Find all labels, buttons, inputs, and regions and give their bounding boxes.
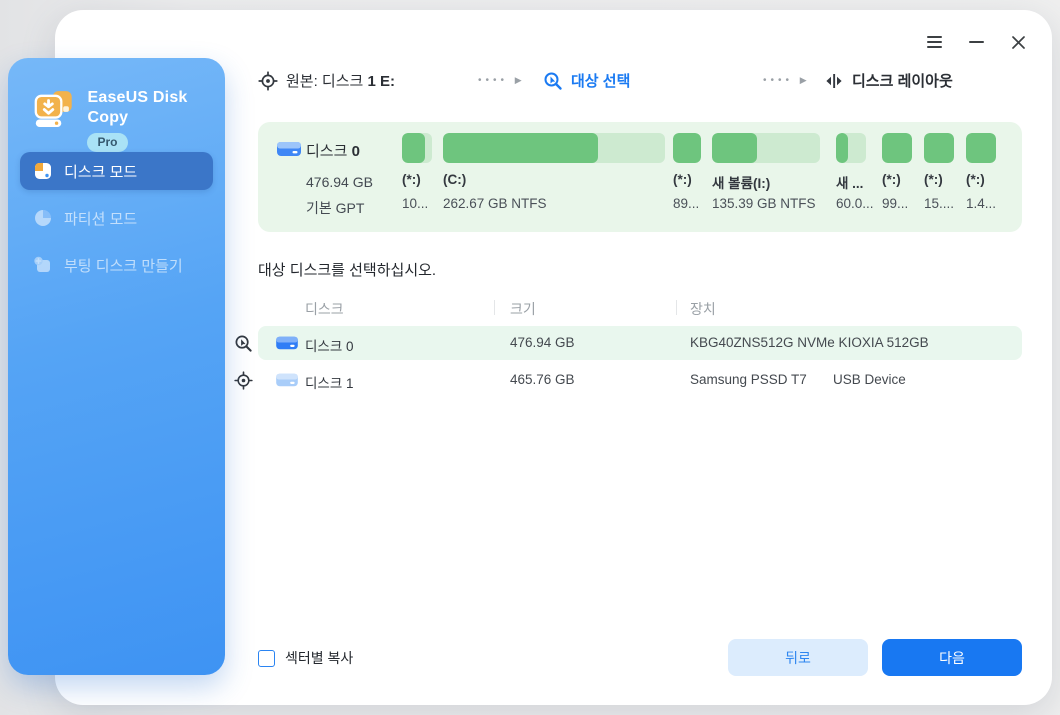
app-title: EaseUS Disk Copy [87, 88, 225, 128]
partition-size: 10... [402, 196, 428, 211]
next-button[interactable]: 다음 [882, 639, 1022, 676]
partition-size: 15.... [924, 196, 954, 211]
breadcrumb: 원본: 디스크 1 E: •••• ▶ 대상 선택 •••• ▶ 디스크 레이아… [258, 70, 1018, 96]
row-disk-size: 465.76 GB [510, 372, 575, 387]
disk-icon [276, 139, 302, 159]
partition-name: (C:) [443, 172, 466, 187]
sidebar-nav: 디스크 모드 파티션 모드 부팅 디스크 만들기 [20, 152, 213, 293]
panel-disk-title: 디스크 0 [306, 140, 360, 161]
boot-disk-icon [33, 255, 53, 275]
app-logo-row: EaseUS Disk Copy Pro [32, 88, 225, 152]
col-header-disk: 디스크 [305, 299, 344, 319]
panel-disk-size: 476.94 GB [306, 174, 373, 190]
table-row-disk0[interactable]: 디스크 0 476.94 GB KBG40ZNS512G NVMe KIOXIA… [258, 326, 1022, 360]
sidebar-item-label: 디스크 모드 [64, 161, 137, 182]
panel-disk-type: 기본 GPT [306, 198, 364, 218]
row-disk-name: 디스크 0 [305, 335, 354, 355]
source-crosshair-icon [234, 371, 253, 390]
disk-layout-label: 디스크 레이아웃 [852, 70, 953, 91]
col-header-size: 크기 [510, 299, 536, 319]
partition-size: 99... [882, 196, 908, 211]
partition-name: (*:) [673, 172, 692, 187]
disk-icon [275, 334, 299, 352]
partition-bar[interactable] [402, 133, 432, 163]
partition-size: 60.0... [836, 196, 874, 211]
partition-bar[interactable] [836, 133, 866, 163]
source-disk-value: 1 E: [368, 73, 396, 90]
disk-mode-icon [33, 161, 53, 181]
partition-bar[interactable] [673, 133, 701, 163]
partition-name: 새 볼륨(I:) [712, 172, 770, 192]
partition-name: (*:) [882, 172, 901, 187]
breadcrumb-layout-step: 디스크 레이아웃 [824, 70, 953, 91]
sidebar-item-partition-mode[interactable]: 파티션 모드 [20, 199, 213, 237]
target-select-label: 대상 선택 [571, 70, 630, 91]
partition-bar[interactable] [882, 133, 912, 163]
row-disk-size: 476.94 GB [510, 335, 575, 350]
row-disk-name: 디스크 1 [305, 372, 354, 392]
partition-mode-icon [33, 208, 53, 228]
partition-name: (*:) [966, 172, 985, 187]
partition-name: 새 ... [836, 172, 863, 192]
row-disk-device-type: USB Device [833, 372, 906, 387]
partition-name: (*:) [924, 172, 943, 187]
table-row-disk1[interactable]: 디스크 1 465.76 GB Samsung PSSD T7 USB Devi… [258, 363, 1022, 397]
back-button[interactable]: 뒤로 [728, 639, 868, 676]
col-header-device: 장치 [690, 299, 716, 319]
partition-bar[interactable] [712, 133, 820, 163]
sidebar: EaseUS Disk Copy Pro 디스크 모드 파티션 모드 [8, 58, 225, 675]
disk-layout-icon [824, 71, 844, 91]
breadcrumb-source: 원본: 디스크 1 E: [258, 70, 395, 91]
partition-name: (*:) [402, 172, 421, 187]
breadcrumb-dots: •••• ▶ [763, 75, 807, 86]
sector-copy-checkbox[interactable] [258, 650, 275, 667]
app-logo-icon [32, 88, 75, 132]
breadcrumb-target-step[interactable]: 대상 선택 [543, 70, 630, 91]
source-disk-layout-panel: 디스크 0 476.94 GB 기본 GPT (*:) (C:) (*:) 새 … [258, 122, 1022, 232]
target-magnifier-icon [234, 334, 253, 353]
select-target-heading: 대상 디스크를 선택하십시오. [258, 259, 436, 280]
partition-size: 262.67 GB NTFS [443, 196, 547, 211]
sidebar-item-boot-disk[interactable]: 부팅 디스크 만들기 [20, 246, 213, 284]
disk-icon [275, 371, 299, 389]
breadcrumb-dots: •••• ▶ [478, 75, 522, 86]
disk-table: 디스크 크기 장치 디스크 0 476.94 GB [258, 293, 1022, 397]
partition-bar[interactable] [966, 133, 996, 163]
source-label: 원본: 디스크 [286, 73, 368, 90]
sector-copy-option[interactable]: 섹터별 복사 [258, 648, 353, 668]
sidebar-item-label: 부팅 디스크 만들기 [64, 255, 183, 276]
partition-size: 89... [673, 196, 699, 211]
crosshair-icon [258, 71, 278, 91]
table-header: 디스크 크기 장치 [258, 293, 1022, 323]
sidebar-item-disk-mode[interactable]: 디스크 모드 [20, 152, 213, 190]
row-disk-device: Samsung PSSD T7 [690, 372, 807, 387]
sidebar-item-label: 파티션 모드 [64, 208, 137, 229]
partition-bar[interactable] [443, 133, 665, 163]
row-disk-device: KBG40ZNS512G NVMe KIOXIA 512GB [690, 335, 929, 350]
partition-size: 1.4... [966, 196, 996, 211]
sector-copy-label: 섹터별 복사 [285, 648, 353, 668]
target-select-icon [543, 71, 563, 91]
partition-bar[interactable] [924, 133, 954, 163]
partition-size: 135.39 GB NTFS [712, 196, 816, 211]
pro-badge: Pro [87, 133, 127, 152]
